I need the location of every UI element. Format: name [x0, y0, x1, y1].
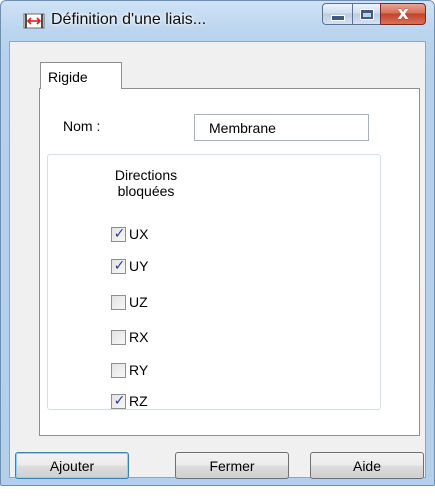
dialog-window: Définition d'une liais... x Rigide Nom :… [0, 0, 435, 486]
checkbox-box[interactable] [111, 328, 127, 345]
checkbox-box[interactable]: ✓ [111, 225, 126, 242]
add-button[interactable]: Ajouter [15, 452, 129, 479]
minimize-button[interactable] [322, 3, 352, 25]
checkbox-label: UZ [129, 294, 148, 310]
checkbox-label: RZ [129, 393, 148, 409]
close-window-button[interactable]: x [380, 3, 426, 25]
checkbox-box[interactable]: ✓ [111, 392, 126, 409]
checkbox-label: RX [129, 329, 149, 345]
maximize-button[interactable] [352, 3, 380, 25]
checkmark-icon: ✓ [113, 257, 126, 274]
dialog-client-area: Rigide Nom : Directions bloquées ✓ UX ✓ … [9, 41, 426, 479]
name-label: Nom : [63, 118, 101, 134]
checkmark-icon: ✓ [113, 392, 126, 409]
help-button[interactable]: Aide [310, 452, 424, 479]
checkmark-icon [112, 293, 127, 308]
window-title: Définition d'une liais... [51, 11, 207, 28]
checkmark-icon [112, 361, 127, 376]
checkbox-label: UY [129, 258, 149, 274]
checkbox-box[interactable] [111, 293, 127, 310]
title-bar[interactable]: Définition d'une liais... x [1, 1, 434, 41]
tab-label: Rigide [48, 69, 88, 85]
checkbox-uy[interactable]: ✓ UY [111, 257, 148, 275]
checkbox-rx[interactable]: RX [111, 328, 148, 346]
checkbox-ux[interactable]: ✓ UX [111, 225, 148, 243]
checkbox-uz[interactable]: UZ [111, 293, 148, 311]
checkbox-ry[interactable]: RY [111, 361, 148, 379]
minimize-icon [330, 15, 345, 21]
tab-rigide[interactable]: Rigide [40, 62, 122, 89]
directions-title: Directions bloquées [114, 167, 178, 199]
link-definition-icon [23, 13, 45, 29]
close-icon: x [397, 3, 409, 24]
checkbox-label: RY [129, 362, 149, 378]
checkbox-box[interactable]: ✓ [111, 257, 126, 274]
checkmark-icon: ✓ [113, 225, 126, 242]
checkbox-label: UX [129, 226, 149, 242]
checkbox-rz[interactable]: ✓ RZ [111, 392, 148, 410]
maximize-icon [359, 8, 374, 20]
checkbox-box[interactable] [111, 361, 127, 378]
name-input[interactable] [194, 114, 369, 141]
checkmark-icon [112, 328, 127, 343]
window-controls: x [322, 3, 426, 29]
close-button[interactable]: Fermer [175, 452, 289, 479]
